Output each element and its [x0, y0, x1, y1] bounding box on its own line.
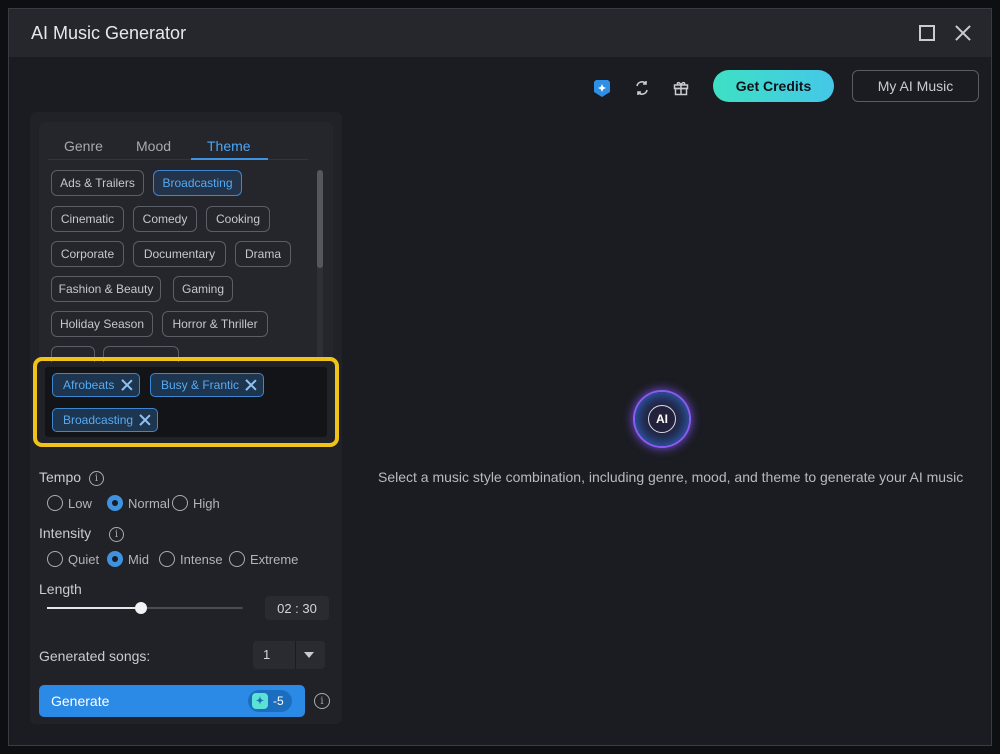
chip-comedy[interactable]: Comedy [133, 206, 197, 232]
info-icon[interactable]: i [109, 527, 124, 542]
refresh-icon[interactable] [631, 77, 653, 99]
intensity-mid-radio[interactable] [107, 551, 123, 567]
info-icon[interactable]: i [89, 471, 104, 486]
chip-cooking[interactable]: Cooking [206, 206, 270, 232]
chip-corporate[interactable]: Corporate [51, 241, 124, 267]
select-divider [295, 641, 296, 669]
intensity-mid-label: Mid [128, 552, 149, 567]
remove-tag-icon[interactable] [139, 414, 151, 426]
window-title: AI Music Generator [31, 23, 187, 43]
intensity-extreme-label: Extreme [250, 552, 299, 567]
tempo-low-label: Low [68, 496, 92, 511]
active-tab-indicator [191, 158, 268, 160]
generated-songs-select[interactable]: 1 [253, 641, 325, 669]
get-credits-button[interactable]: Get Credits [713, 70, 834, 102]
credits-gem-icon: ✦ [252, 693, 268, 709]
generated-songs-value: 1 [263, 647, 271, 662]
tempo-high-label: High [193, 496, 220, 511]
length-value[interactable]: 02 : 30 [265, 596, 329, 620]
close-icon [951, 21, 975, 45]
selected-tags-highlight: Afrobeats Busy & Frantic Broadcasting [33, 357, 339, 447]
chip-cinematic[interactable]: Cinematic [51, 206, 124, 232]
tempo-low-radio[interactable] [47, 495, 63, 511]
ai-logo-text: AI [648, 405, 676, 433]
maximize-button[interactable] [915, 21, 939, 45]
generate-button[interactable]: Generate ✦ -5 [39, 685, 305, 717]
intensity-label: Intensity [39, 525, 92, 541]
generated-songs-label: Generated songs: [39, 648, 151, 664]
cost-value: -5 [273, 694, 284, 708]
selected-tag-label: Broadcasting [63, 413, 134, 427]
chip-horror-thriller[interactable]: Horror & Thriller [162, 311, 268, 337]
tempo-normal-label: Normal [128, 496, 170, 511]
cost-badge: ✦ -5 [248, 690, 292, 712]
scroll-thumb[interactable] [317, 170, 323, 268]
chip-holiday-season[interactable]: Holiday Season [51, 311, 153, 337]
chip-documentary[interactable]: Documentary [133, 241, 226, 267]
slider-thumb[interactable] [135, 602, 148, 614]
tempo-high-radio[interactable] [172, 495, 188, 511]
intensity-extreme-radio[interactable] [229, 551, 245, 567]
selected-tag-chip[interactable]: Busy & Frantic [150, 373, 264, 397]
chip-ads-trailers[interactable]: Ads & Trailers [51, 170, 144, 196]
chevron-down-icon[interactable] [304, 652, 314, 658]
maximize-icon [919, 25, 935, 41]
empty-state-hint: Select a music style combination, includ… [378, 469, 964, 485]
tempo-normal-radio[interactable] [107, 495, 123, 511]
chip-broadcasting[interactable]: Broadcasting [153, 170, 242, 196]
tag-tabs: Genre Mood Theme [39, 122, 333, 162]
my-ai-music-button[interactable]: My AI Music [852, 70, 979, 102]
credits-gem-icon[interactable] [591, 77, 613, 99]
tag-picker: Genre Mood Theme Ads & Trailers Broadcas… [39, 122, 333, 362]
title-bar: AI Music Generator [9, 9, 991, 57]
tab-genre[interactable]: Genre [64, 138, 103, 154]
remove-tag-icon[interactable] [245, 379, 257, 391]
intensity-intense-radio[interactable] [159, 551, 175, 567]
chip-fashion-beauty[interactable]: Fashion & Beauty [51, 276, 161, 302]
tab-theme[interactable]: Theme [207, 138, 251, 154]
tag-scrollbar[interactable] [317, 170, 323, 360]
gift-icon[interactable] [670, 77, 692, 99]
tab-mood[interactable]: Mood [136, 138, 171, 154]
remove-tag-icon[interactable] [121, 379, 133, 391]
tab-divider [48, 159, 308, 160]
length-label: Length [39, 581, 82, 597]
info-icon[interactable]: i [314, 693, 330, 709]
selected-tag-label: Busy & Frantic [161, 378, 240, 392]
chip-drama[interactable]: Drama [235, 241, 291, 267]
ai-music-logo: AI [635, 392, 689, 446]
generate-label: Generate [51, 693, 110, 709]
selected-tags-area: Afrobeats Busy & Frantic Broadcasting [45, 367, 327, 437]
close-button[interactable] [951, 21, 975, 45]
intensity-quiet-label: Quiet [68, 552, 100, 567]
tempo-label: Tempo [39, 469, 82, 485]
length-slider[interactable] [47, 602, 243, 614]
selected-tag-chip[interactable]: Afrobeats [52, 373, 140, 397]
intensity-quiet-radio[interactable] [47, 551, 63, 567]
intensity-intense-label: Intense [180, 552, 223, 567]
chip-gaming[interactable]: Gaming [173, 276, 233, 302]
selected-tag-chip[interactable]: Broadcasting [52, 408, 158, 432]
slider-fill [47, 607, 142, 609]
selected-tag-label: Afrobeats [63, 378, 115, 392]
